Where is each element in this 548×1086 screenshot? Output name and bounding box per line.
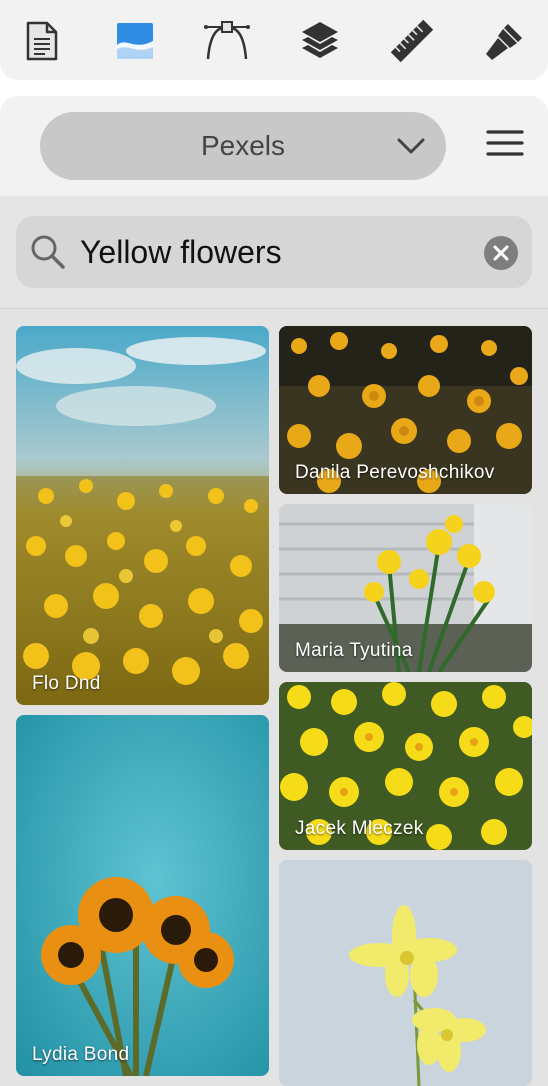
layers-tool-button[interactable] [297, 18, 343, 64]
results-grid: Flo Dnd Danila Perevoshchikov Maria Tyut… [0, 309, 548, 1086]
photo-thumbnail [279, 860, 532, 1086]
photographer-credit: Jacek Mleczek [295, 818, 424, 839]
photographer-credit: Danila Perevoshchikov [295, 462, 495, 483]
photo-thumbnail [16, 326, 269, 705]
photographer-credit: Lydia Bond [32, 1044, 130, 1065]
clear-search-button[interactable] [484, 236, 518, 270]
photographer-credit: Flo Dnd [32, 673, 101, 694]
source-row: Pexels [0, 96, 548, 196]
search-icon [31, 235, 65, 269]
clear-icon [493, 245, 509, 261]
bezier-pen-icon [204, 21, 250, 60]
tool-bar [0, 0, 548, 80]
paint-brush-icon [486, 24, 522, 60]
result-tile[interactable] [279, 860, 532, 1086]
result-tile[interactable]: Maria Tyutina [279, 504, 532, 672]
document-tool-button[interactable] [19, 18, 65, 64]
result-tile[interactable]: Flo Dnd [16, 326, 269, 705]
chevron-down-icon [397, 138, 425, 154]
search-field[interactable]: Yellow flowers [16, 216, 532, 288]
bezier-tool-button[interactable] [204, 18, 250, 64]
image-source-panel: Pexels Yellow flowers Flo Dnd Danila Per… [0, 96, 548, 1086]
result-tile[interactable]: Danila Perevoshchikov [279, 326, 532, 494]
document-icon [26, 21, 58, 61]
photographer-credit: Maria Tyutina [295, 640, 413, 661]
source-dropdown[interactable]: Pexels [40, 112, 446, 180]
search-input[interactable]: Yellow flowers [80, 216, 282, 288]
image-tool-button[interactable] [112, 18, 158, 64]
ruler-icon [391, 20, 433, 62]
brush-tool-button[interactable] [482, 18, 528, 64]
source-dropdown-label: Pexels [200, 130, 286, 161]
result-tile[interactable]: Lydia Bond [16, 715, 269, 1076]
hamburger-menu-icon[interactable] [486, 128, 524, 158]
ruler-tool-button[interactable] [389, 18, 435, 64]
result-tile[interactable]: Jacek Mleczek [279, 682, 532, 850]
image-icon [117, 23, 153, 59]
search-area: Yellow flowers [0, 196, 548, 309]
photo-thumbnail [16, 715, 269, 1076]
layers-icon [302, 22, 338, 58]
